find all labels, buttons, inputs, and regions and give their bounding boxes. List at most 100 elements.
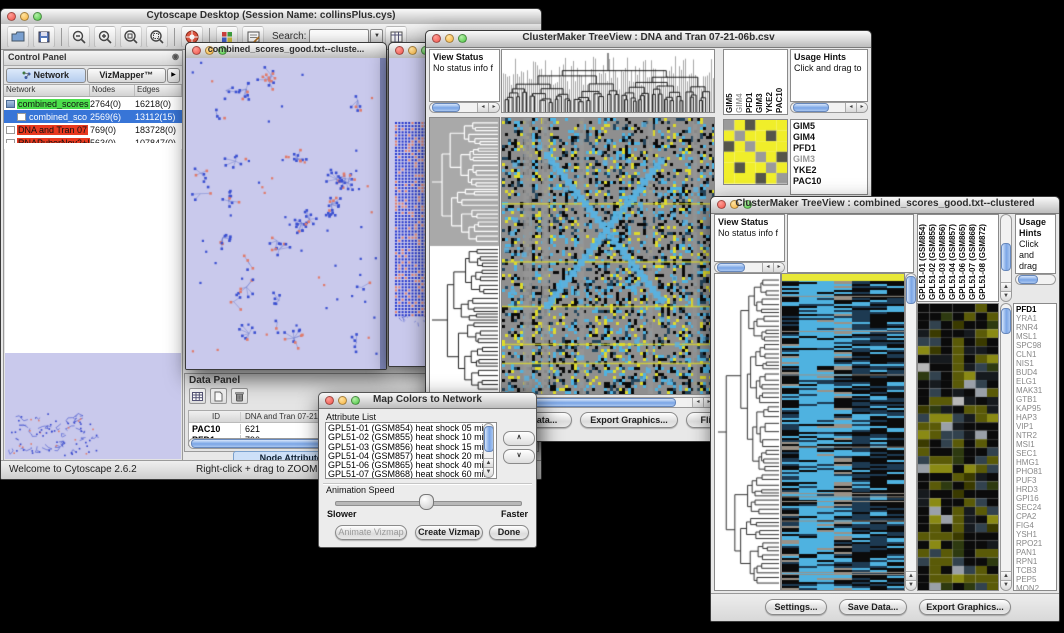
network-scrollbar-strip[interactable] <box>380 58 386 369</box>
label-vscrollbar[interactable]: ▲ ▼ <box>1000 214 1012 302</box>
save-session-button[interactable] <box>33 26 55 48</box>
rotated-label[interactable]: GIM5 <box>725 93 734 113</box>
scroll-down-arrow[interactable]: ▼ <box>1001 580 1011 590</box>
float-panel-icon[interactable]: ◉ <box>172 52 179 61</box>
node-heatmap-panel[interactable] <box>917 303 999 591</box>
gene-label[interactable]: KAP95 <box>1016 404 1054 413</box>
scrollbar-thumb[interactable] <box>1001 243 1011 271</box>
row-dendrogram-panel-2[interactable] <box>714 273 781 591</box>
save-data-button[interactable]: Save Data... <box>839 599 907 615</box>
network-row[interactable]: combined_sco 2569(6) 13112(15) <box>4 110 182 123</box>
dialog-title-bar[interactable]: Map Colors to Network <box>319 393 536 409</box>
gene-label[interactable]: MAK31 <box>1016 386 1054 395</box>
more-tabs-button[interactable]: ▶ <box>167 68 180 83</box>
rotated-label[interactable]: GIM4 <box>735 93 744 113</box>
gene-label[interactable]: RNR4 <box>1016 323 1054 332</box>
minimize-button[interactable] <box>408 46 417 55</box>
gene-label[interactable]: ELG1 <box>1016 377 1054 386</box>
column-dendrogram-panel[interactable] <box>501 49 715 113</box>
scrollbar-thumb[interactable] <box>432 103 460 112</box>
matrix-row-label[interactable]: GIM3 <box>793 154 865 165</box>
gene-label[interactable]: VIP1 <box>1016 422 1054 431</box>
rotated-label[interactable]: YKE2 <box>765 92 774 113</box>
gene-label[interactable]: GPI16 <box>1016 494 1054 503</box>
gene-label[interactable]: RPO21 <box>1016 539 1054 548</box>
scrollbar-thumb[interactable] <box>793 103 829 112</box>
matrix-row-label[interactable]: YKE2 <box>793 165 865 176</box>
gene-label[interactable]: NIS1 <box>1016 359 1054 368</box>
gene-label[interactable]: HAP3 <box>1016 413 1054 422</box>
rotated-label[interactable]: GPL51-02 (GSM855) <box>928 224 937 300</box>
zoom-out-button[interactable] <box>68 26 90 48</box>
move-up-button[interactable]: ∧ <box>503 431 535 446</box>
similarity-matrix-panel[interactable] <box>723 119 788 185</box>
col-network[interactable]: Network <box>4 85 90 96</box>
rotated-label[interactable]: PAC10 <box>775 88 784 113</box>
treeview2-title-bar[interactable]: ClusterMaker TreeView : combined_scores_… <box>711 197 1059 214</box>
col-nodes[interactable]: Nodes <box>90 85 135 96</box>
gene-label[interactable]: MSI1 <box>1016 440 1054 449</box>
gene-label[interactable]: GTB1 <box>1016 395 1054 404</box>
scroll-left-arrow[interactable]: ◂ <box>692 398 703 407</box>
settings-button[interactable]: Settings... <box>765 599 827 615</box>
gene-label[interactable]: CLN1 <box>1016 350 1054 359</box>
scrollbar-thumb[interactable] <box>906 276 916 304</box>
rotated-label[interactable]: GIM3 <box>755 93 764 113</box>
scroll-right-arrow[interactable]: ▸ <box>773 263 784 272</box>
scroll-down-arrow[interactable]: ▼ <box>484 467 493 477</box>
scroll-down-arrow[interactable]: ▼ <box>1001 291 1011 301</box>
network-overview-panel[interactable] <box>5 353 181 459</box>
matrix-row-label[interactable]: GIM5 <box>793 121 865 132</box>
export-graphics-button[interactable]: Export Graphics... <box>580 412 678 428</box>
gene-label[interactable]: MON2 <box>1016 584 1054 591</box>
rotated-label[interactable]: GPL51-07 (GSM868) <box>968 224 977 300</box>
matrix-row-label[interactable]: GIM4 <box>793 132 865 143</box>
scroll-left-arrow[interactable]: ◂ <box>845 103 856 112</box>
tab-vizmapper[interactable]: VizMapper™ <box>87 68 167 83</box>
usage-hints-hscrollbar-2[interactable] <box>1015 274 1056 285</box>
gene-label[interactable]: CPA2 <box>1016 512 1054 521</box>
row-dendrogram-panel[interactable] <box>429 117 500 395</box>
gene-label[interactable]: FIG4 <box>1016 521 1054 530</box>
view-status-hscrollbar[interactable]: ◂▸ <box>429 102 500 113</box>
zoom-in-button[interactable] <box>94 26 116 48</box>
scroll-right-arrow[interactable]: ▸ <box>488 103 499 112</box>
slider-thumb[interactable] <box>419 494 434 510</box>
network-row[interactable]: combined_scores 2764(0) 16218(0) <box>4 97 182 110</box>
rotated-label[interactable]: GPL51-08 (GSM872) <box>978 224 987 300</box>
rotated-label[interactable]: GPL51-03 (GSM856) <box>938 224 947 300</box>
heatmap-panel-2[interactable] <box>781 273 905 591</box>
main-title-bar[interactable]: Cytoscape Desktop (Session Name: collins… <box>1 9 541 25</box>
column-dendrogram-panel-2[interactable] <box>787 214 914 273</box>
zoom-fit-button[interactable] <box>120 26 142 48</box>
network-canvas-area[interactable] <box>186 58 386 369</box>
attribute-list-vscrollbar[interactable]: ▲ ▼ <box>483 423 494 478</box>
rotated-label[interactable]: GPL51-04 (GSM857) <box>948 224 957 300</box>
done-button[interactable]: Done <box>489 525 529 540</box>
usage-hints-hscrollbar[interactable]: ◂▸ <box>790 102 868 113</box>
gene-label[interactable]: BUD4 <box>1016 368 1054 377</box>
scrollbar-thumb[interactable] <box>717 263 745 272</box>
scrollbar-thumb[interactable] <box>1001 308 1011 334</box>
rotated-label[interactable]: GPL51-06 (GSM865) <box>958 224 967 300</box>
network-graph-canvas[interactable] <box>186 58 380 363</box>
scrollbar-thumb[interactable] <box>1018 275 1038 284</box>
gene-label[interactable]: PAN1 <box>1016 548 1054 557</box>
gene-label[interactable]: SEC24 <box>1016 503 1054 512</box>
close-button[interactable] <box>395 46 404 55</box>
matrix-row-label[interactable]: PAC10 <box>793 176 865 187</box>
view-status-hscrollbar-2[interactable]: ◂▸ <box>714 262 785 273</box>
heatmap-panel[interactable] <box>501 117 715 395</box>
scroll-left-arrow[interactable]: ◂ <box>477 103 488 112</box>
gene-label[interactable]: SEC1 <box>1016 449 1054 458</box>
gene-label[interactable]: PEP5 <box>1016 575 1054 584</box>
zoom-selected-button[interactable] <box>146 26 168 48</box>
gene-label[interactable]: HMG1 <box>1016 458 1054 467</box>
create-attribute-button[interactable] <box>210 388 227 404</box>
scrollbar-thumb[interactable] <box>484 426 494 452</box>
attribute-list-item[interactable]: GPL51-07 (GSM868) heat shock 60 min <box>328 470 494 479</box>
gene-label[interactable]: SPC98 <box>1016 341 1054 350</box>
gene-label[interactable]: PHO81 <box>1016 467 1054 476</box>
gene-label[interactable]: HRD3 <box>1016 485 1054 494</box>
col-edges[interactable]: Edges <box>135 85 182 96</box>
